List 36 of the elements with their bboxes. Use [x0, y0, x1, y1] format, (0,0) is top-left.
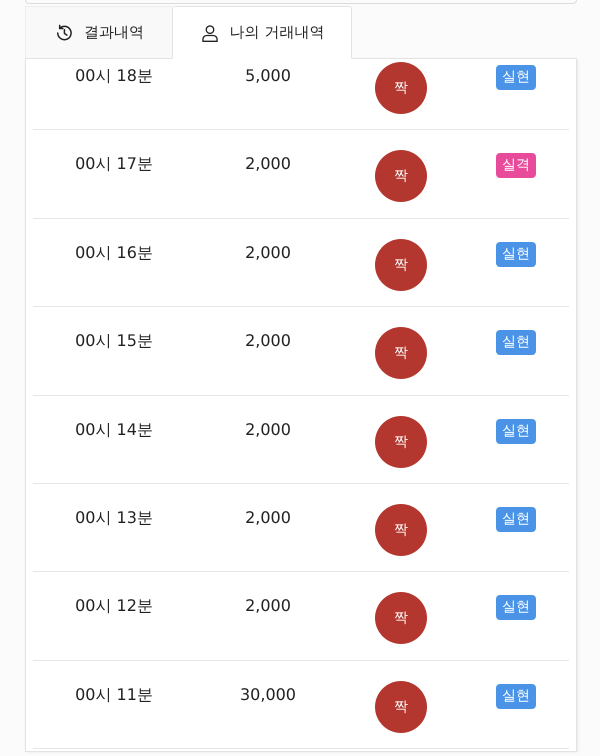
trade-time: 00시 14분	[75, 420, 153, 440]
pick-ball: 짝	[375, 238, 427, 291]
trade-time: 00시 17분	[75, 154, 153, 174]
pick-ball: 짝	[375, 150, 427, 202]
history-icon	[54, 22, 74, 42]
user-icon	[200, 22, 220, 42]
result-tag: 실현	[496, 595, 536, 620]
trade-amount: 30,000	[240, 684, 296, 705]
pick-ball: 짝	[375, 592, 427, 644]
result-tag: 실현	[496, 506, 536, 532]
pick-ball: 짝	[375, 504, 427, 556]
trade-time: 00시 12분	[75, 596, 153, 616]
trade-time: 00시 15분	[75, 331, 153, 352]
trade-amount: 2,000	[245, 508, 291, 528]
trade-time: 00시 11분	[75, 684, 153, 705]
result-tag: 실현	[496, 65, 536, 90]
pick-ball: 짝	[375, 416, 427, 468]
tab[interactable]: 나의 거래내역	[172, 6, 352, 59]
tab[interactable]: 결과내역	[25, 6, 172, 59]
trade-amount: 2,000	[245, 242, 291, 263]
result-tag: 실현	[496, 242, 536, 267]
trade-amount: 2,000	[245, 331, 291, 352]
result-tag: 실현	[496, 330, 536, 356]
trade-amount: 2,000	[245, 154, 291, 174]
trade-time: 00시 16분	[75, 242, 153, 263]
trade-time: 00시 18분	[75, 66, 153, 86]
trade-time: 00시 13분	[75, 508, 153, 528]
trade-amount: 5,000	[245, 66, 291, 86]
pick-ball: 짝	[375, 62, 427, 114]
trade-amount: 2,000	[245, 420, 291, 440]
result-tag: 실현	[496, 418, 536, 444]
pick-ball: 짝	[375, 327, 427, 380]
result-tag: 실현	[496, 684, 536, 709]
result-tag: 실격	[496, 153, 536, 178]
trade-amount: 2,000	[245, 596, 291, 616]
pick-ball: 짝	[375, 680, 427, 733]
